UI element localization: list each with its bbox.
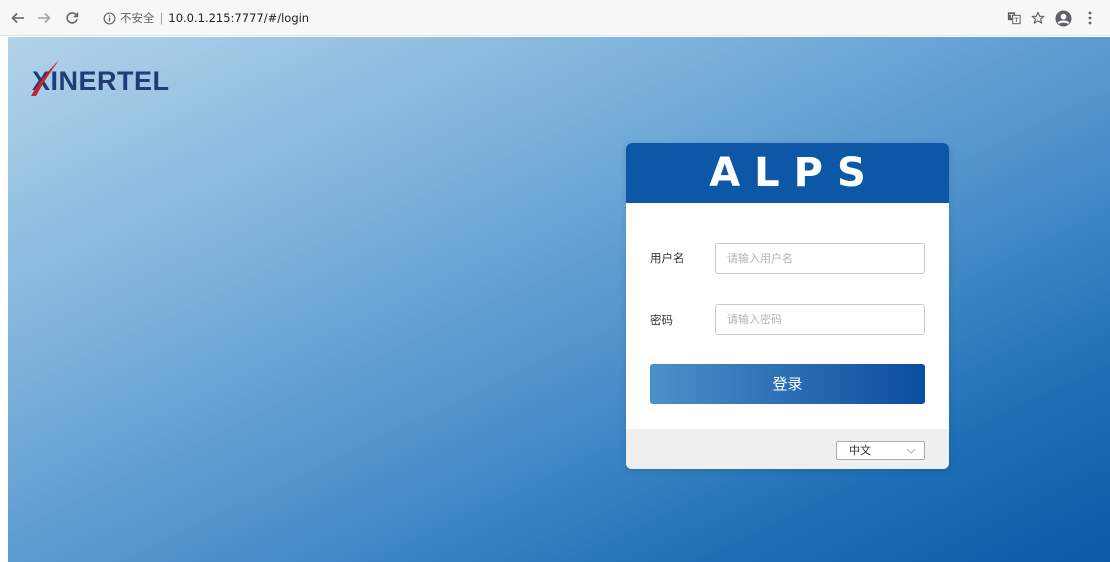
username-label: 用户名 <box>650 251 685 265</box>
info-icon <box>103 12 115 24</box>
login-page-background: XINERTEL ALPS 用户名 密码 登录 中文 <box>8 37 1110 562</box>
username-input[interactable] <box>715 243 925 274</box>
company-logo: XINERTEL <box>31 60 170 99</box>
address-separator: | <box>159 11 164 25</box>
login-card-header: ALPS <box>626 143 949 203</box>
language-selected-value: 中文 <box>849 444 871 457</box>
arrow-left-icon <box>11 12 24 24</box>
password-input[interactable] <box>715 304 925 335</box>
menu-button[interactable] <box>1081 9 1099 27</box>
back-button[interactable] <box>9 9 27 27</box>
reload-button[interactable] <box>63 9 81 27</box>
logo-swoosh-icon <box>31 60 59 96</box>
login-form: 用户名 密码 登录 <box>626 203 949 429</box>
url-text: 10.0.1.215:7777/#/login <box>168 11 310 25</box>
login-card: ALPS 用户名 密码 登录 中文 <box>626 143 949 469</box>
translate-icon <box>1007 12 1021 25</box>
bookmark-button[interactable] <box>1029 9 1047 27</box>
app-title: ALPS <box>709 150 880 196</box>
password-label: 密码 <box>650 313 673 327</box>
more-vert-icon <box>1088 11 1092 25</box>
translate-button[interactable] <box>1005 9 1023 27</box>
security-label: 不安全 <box>120 11 155 25</box>
forward-button[interactable] <box>35 9 53 27</box>
star-icon <box>1031 11 1045 24</box>
browser-toolbar: 不安全 | 10.0.1.215:7777/#/login <box>0 0 1110 36</box>
address-bar[interactable]: 不安全 | 10.0.1.215:7777/#/login <box>120 11 309 25</box>
language-select[interactable]: 中文 <box>836 441 925 460</box>
login-card-footer: 中文 <box>626 429 949 469</box>
login-button[interactable]: 登录 <box>650 364 925 404</box>
reload-icon <box>66 12 79 24</box>
account-icon <box>1054 9 1072 27</box>
arrow-right-icon <box>38 12 51 24</box>
chevron-down-icon <box>906 448 916 454</box>
site-info-button[interactable] <box>100 9 118 27</box>
profile-button[interactable] <box>1054 9 1072 27</box>
